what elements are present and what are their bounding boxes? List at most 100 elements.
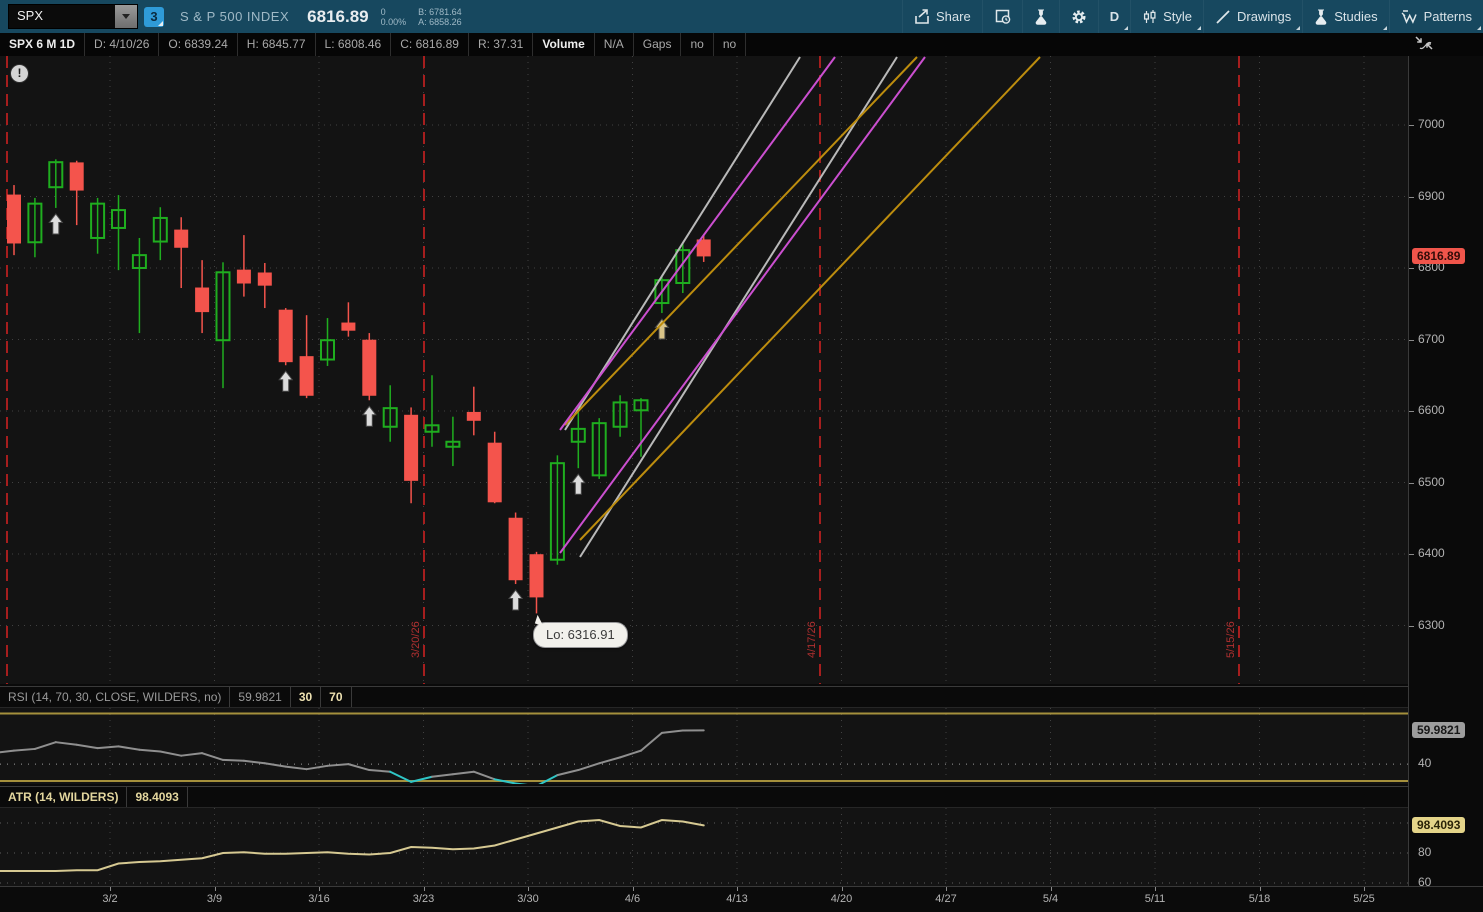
- current-price-badge: 6816.89: [1412, 248, 1465, 264]
- x-axis-label: 4/20: [831, 893, 852, 905]
- flask-icon: [1314, 9, 1328, 25]
- chart-symbol-timeframe[interactable]: SPX 6 M 1D: [0, 33, 85, 56]
- collapse-panel-icon[interactable]: [1414, 35, 1436, 53]
- x-tick: [110, 887, 111, 891]
- price-axis-label: 6600: [1418, 403, 1445, 417]
- price-axis-label: 6300: [1418, 618, 1445, 632]
- x-axis-label: 3/16: [308, 893, 329, 905]
- x-tick: [528, 887, 529, 891]
- time-axis[interactable]: 3/23/93/163/233/304/64/134/204/275/45/11…: [0, 886, 1483, 912]
- studies-button[interactable]: Studies: [1302, 0, 1388, 33]
- price-axis-label: 7000: [1418, 117, 1445, 131]
- rsi-oversold-label: 30: [291, 687, 321, 707]
- gaps-label[interactable]: Gaps: [634, 33, 682, 56]
- corner-triangle-icon: [1477, 26, 1481, 30]
- share-button[interactable]: Share: [902, 0, 982, 33]
- candle: [237, 270, 250, 283]
- candle: [342, 323, 355, 330]
- volume-value: N/A: [595, 33, 634, 56]
- symbol-value[interactable]: SPX: [9, 5, 115, 28]
- corner-triangle-icon: [1296, 26, 1300, 30]
- x-tick: [633, 887, 634, 891]
- corner-triangle-icon: [1197, 26, 1201, 30]
- link-group-badge[interactable]: 3: [144, 7, 164, 27]
- x-tick: [1260, 887, 1261, 891]
- candle: [467, 412, 480, 420]
- x-axis-label: 5/18: [1249, 893, 1270, 905]
- trendline-icon: [1215, 9, 1231, 25]
- last-price: 6816.89: [307, 7, 368, 27]
- change-block: 0 0.00%: [381, 7, 407, 27]
- x-axis-label: 4/13: [726, 893, 747, 905]
- price-axis-label: 6500: [1418, 475, 1445, 489]
- atr-panel[interactable]: [0, 808, 1408, 886]
- gaps-value-2[interactable]: no: [714, 33, 746, 56]
- magenta-upper: [560, 57, 835, 430]
- range-cell: R: 37.31: [469, 33, 533, 56]
- candle: [363, 340, 376, 395]
- x-axis-label: 3/30: [517, 893, 538, 905]
- report-clock-icon: [994, 9, 1011, 25]
- pattern-w-icon: [1401, 9, 1418, 25]
- x-tick: [1364, 887, 1365, 891]
- top-toolbar: SPX 3 S & P 500 INDEX 6816.89 0 0.00% B:…: [0, 0, 1483, 34]
- x-axis-label: 3/9: [207, 893, 222, 905]
- atr-axis-label: 60: [1418, 875, 1431, 889]
- chart-header-row: SPX 6 M 1D D: 4/10/26 O: 6839.24 H: 6845…: [0, 33, 1483, 57]
- rsi-title[interactable]: RSI (14, 70, 30, CLOSE, WILDERS, no): [0, 687, 230, 707]
- share-icon: [914, 9, 930, 25]
- x-axis-label: 4/6: [625, 893, 640, 905]
- change-percent: 0.00%: [381, 17, 407, 27]
- flask-icon: [1034, 9, 1048, 25]
- chevron-down-icon: [122, 14, 130, 19]
- price-axis-label: 6400: [1418, 546, 1445, 560]
- rsi-value: 59.9821: [230, 687, 290, 707]
- atr-chart: [0, 808, 1408, 886]
- interval-button[interactable]: D: [1098, 0, 1130, 33]
- open-cell: O: 6839.24: [159, 33, 237, 56]
- candlestick-chart[interactable]: 3/20/264/17/265/15/26: [0, 56, 1408, 684]
- main-chart-panel[interactable]: 3/20/264/17/265/15/26: [0, 56, 1408, 684]
- signal-up-arrow: [572, 474, 585, 494]
- settings-button[interactable]: [1059, 0, 1098, 33]
- rsi-panel[interactable]: [0, 708, 1408, 784]
- ask-value: A: 6858.26: [418, 17, 462, 27]
- trading-platform-window: SPX 3 S & P 500 INDEX 6816.89 0 0.00% B:…: [0, 0, 1483, 912]
- expiration-line-label: 5/15/26: [1225, 621, 1237, 658]
- atr-line: [0, 820, 704, 871]
- x-tick: [842, 887, 843, 891]
- candle: [279, 310, 292, 361]
- warning-icon[interactable]: !: [10, 64, 29, 83]
- signal-up-arrow: [509, 590, 522, 610]
- atr-title[interactable]: ATR (14, WILDERS): [0, 787, 127, 807]
- corner-triangle-icon: [158, 21, 163, 26]
- x-axis-label: 5/4: [1043, 893, 1058, 905]
- gaps-value-1[interactable]: no: [681, 33, 713, 56]
- candle: [258, 273, 271, 285]
- candle: [196, 288, 209, 312]
- x-tick: [1051, 887, 1052, 891]
- x-axis-label: 3/23: [413, 893, 434, 905]
- candlestick-style-icon: [1142, 9, 1157, 25]
- x-axis-label: 5/25: [1353, 893, 1374, 905]
- x-tick: [319, 887, 320, 891]
- atr-value-badge: 98.4093: [1412, 817, 1465, 833]
- price-axis[interactable]: 700069006800670066006500640063006816.895…: [1408, 56, 1483, 886]
- corner-triangle-icon: [1383, 26, 1387, 30]
- price-axis-label: 6900: [1418, 189, 1445, 203]
- atr-axis-label: 80: [1418, 845, 1431, 859]
- drawings-button[interactable]: Drawings: [1203, 0, 1302, 33]
- style-button[interactable]: Style: [1130, 0, 1203, 33]
- volume-label: Volume: [533, 33, 594, 56]
- analysis-flask-button[interactable]: [1022, 0, 1059, 33]
- symbol-input[interactable]: SPX: [8, 4, 138, 29]
- symbol-dropdown-button[interactable]: [115, 5, 137, 28]
- signal-up-arrow: [279, 371, 292, 391]
- x-tick: [946, 887, 947, 891]
- patterns-button[interactable]: Patterns: [1389, 0, 1483, 33]
- rsi-overbought-label: 70: [321, 687, 351, 707]
- x-axis-label: 3/2: [102, 893, 117, 905]
- candle: [488, 443, 501, 502]
- reports-button[interactable]: [982, 0, 1022, 33]
- x-axis-label: 5/11: [1145, 893, 1166, 905]
